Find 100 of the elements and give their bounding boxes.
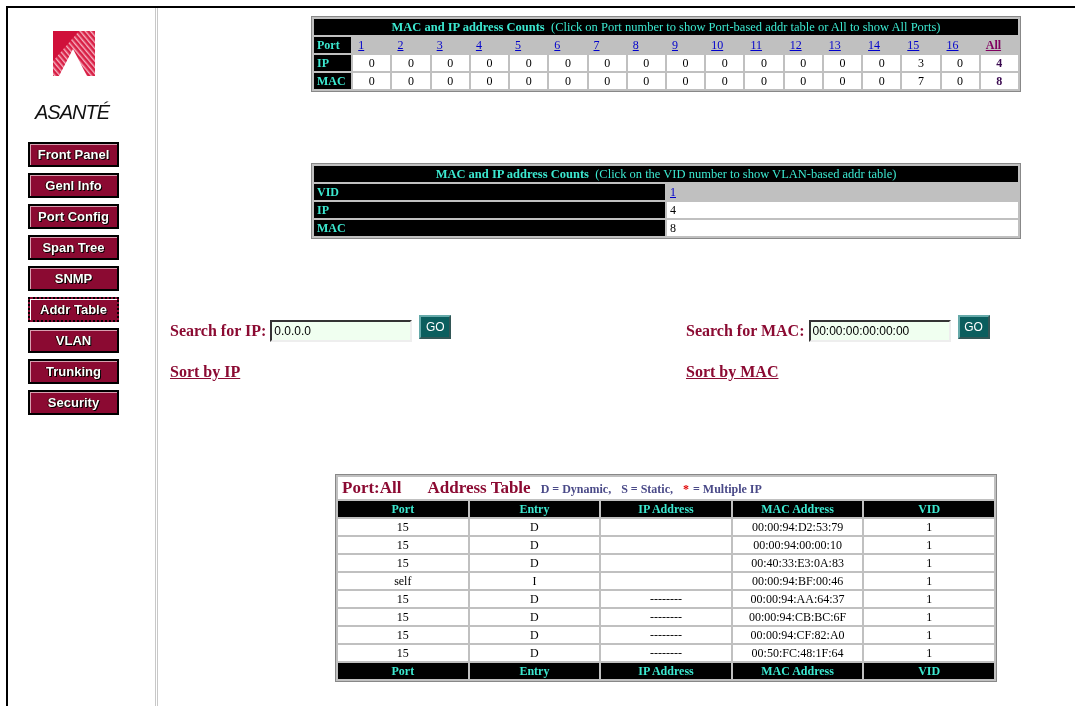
port-link[interactable]: 13	[828, 38, 841, 52]
nav-button[interactable]: Security	[28, 390, 119, 415]
table-cell: 00:00:94:AA:64:37	[732, 591, 863, 607]
table-cell: 0	[941, 73, 979, 89]
table-cell: 0	[588, 55, 626, 71]
table-cell: 0	[666, 55, 705, 71]
column-header: MAC Address	[732, 663, 863, 679]
legend-text: D = Dynamic,	[540, 481, 612, 496]
table-cell: 0	[627, 55, 665, 71]
table-cell: 0	[392, 55, 430, 71]
table-note: (Click on Port number to show Port-based addr table or All to show All Ports)	[551, 20, 941, 34]
nav-button[interactable]: VLAN	[28, 328, 119, 353]
table-cell: 0	[431, 55, 469, 71]
table-cell: D	[469, 591, 600, 607]
port-link[interactable]: 16	[946, 38, 959, 52]
table-cell: 0	[745, 73, 783, 89]
port-link[interactable]: 2	[397, 38, 404, 52]
column-header: Entry	[469, 501, 600, 517]
table-cell: --------	[601, 609, 731, 625]
column-header: VID	[864, 501, 994, 517]
table-title: MAC and IP address Counts	[435, 167, 589, 181]
table-cell: 0	[823, 55, 862, 71]
table-cell: 1	[864, 519, 994, 535]
port-link[interactable]: 8	[632, 38, 639, 52]
port-link[interactable]: 4	[475, 38, 482, 52]
brand-name: ASANTÉ	[35, 101, 110, 124]
table-cell: 0	[470, 73, 509, 89]
column-header: IP Address	[601, 663, 731, 679]
table-cell: 3	[902, 55, 940, 71]
table-cell: 0	[627, 73, 665, 89]
nav-button[interactable]: Span Tree	[28, 235, 119, 260]
column-header: MAC Address	[732, 501, 863, 517]
port-link[interactable]: 14	[868, 38, 881, 52]
port-link[interactable]: 6	[554, 38, 561, 52]
port-title: Port:All	[342, 477, 402, 497]
port-link[interactable]: 7	[593, 38, 600, 52]
table-title: MAC and IP address Counts	[391, 20, 545, 34]
table-title: Address Table	[427, 477, 531, 497]
nav-button[interactable]: Genl Info	[28, 173, 119, 198]
table-cell: 0	[941, 55, 979, 71]
column-header: IP Address	[601, 501, 731, 517]
sort-link[interactable]: Sort by IP	[170, 363, 241, 381]
row-header: Port	[314, 37, 352, 53]
table-cell: D	[469, 555, 600, 571]
table-cell: 8	[667, 220, 1018, 236]
table-cell: 00:00:94:CB:BC:6F	[732, 609, 863, 625]
nav-button[interactable]: Front Panel	[28, 142, 119, 167]
table-cell: 4	[667, 202, 1018, 218]
port-link[interactable]: 11	[750, 38, 762, 52]
column-header: Port	[338, 501, 468, 517]
port-link[interactable]: 15	[907, 38, 920, 52]
table-cell: 0	[784, 73, 822, 89]
port-link[interactable]: 12	[789, 38, 802, 52]
table-cell: 0	[549, 55, 587, 71]
row-header: MAC	[314, 73, 352, 89]
table-cell: 1	[864, 537, 994, 553]
table-cell: 00:00:94:00:00:10	[732, 537, 863, 553]
table-cell: D	[469, 627, 600, 643]
table-cell: 15	[338, 591, 468, 607]
table-cell: D	[469, 537, 600, 553]
table-cell: 15	[338, 537, 468, 553]
port-link[interactable]: 9	[671, 38, 678, 52]
table-cell: 0	[823, 73, 862, 89]
sort-link[interactable]: Sort by MAC	[686, 363, 779, 381]
all-ports-link[interactable]: All	[985, 38, 1002, 52]
table-cell: 0	[666, 73, 705, 89]
table-cell: 00:00:94:BF:00:46	[732, 573, 863, 589]
table-cell: 0	[470, 55, 509, 71]
table-cell: 0	[784, 55, 822, 71]
table-cell: 8	[980, 73, 1018, 89]
table-cell: 0	[510, 73, 548, 89]
table-cell: 0	[510, 55, 548, 71]
legend-text: = Multiple IP	[693, 481, 762, 496]
table-cell: --------	[601, 627, 731, 643]
table-cell: 0	[353, 55, 391, 71]
table-cell: 0	[706, 73, 744, 89]
logo-icon	[53, 31, 95, 76]
legend-text: S = Static,	[621, 481, 673, 496]
port-link[interactable]: 10	[711, 38, 724, 52]
nav-button[interactable]: Addr Table	[28, 297, 119, 322]
search-field[interactable]: 0.0.0.0	[270, 320, 413, 342]
table-cell: 0	[588, 73, 626, 89]
search-field[interactable]: 00:00:00:00:00:00	[808, 320, 951, 342]
search-label: Search for MAC:	[686, 322, 805, 340]
port-link[interactable]: 5	[515, 38, 522, 52]
vlan-link[interactable]: 1	[670, 185, 676, 199]
row-header: MAC	[314, 220, 665, 236]
table-cell: 1	[864, 555, 994, 571]
nav-button[interactable]: SNMP	[28, 266, 119, 291]
column-header: VID	[864, 663, 994, 679]
table-cell: I	[469, 573, 600, 589]
port-link[interactable]: 1	[358, 38, 365, 52]
row-header: IP	[314, 55, 352, 71]
nav-button[interactable]: Trunking	[28, 359, 119, 384]
nav-button[interactable]: Port Config	[28, 204, 119, 229]
table-cell: 00:40:33:E3:0A:83	[732, 555, 863, 571]
go-button[interactable]: GO	[957, 315, 990, 339]
table-cell: --------	[601, 591, 731, 607]
go-button[interactable]: GO	[419, 315, 452, 339]
port-link[interactable]: 3	[436, 38, 443, 52]
